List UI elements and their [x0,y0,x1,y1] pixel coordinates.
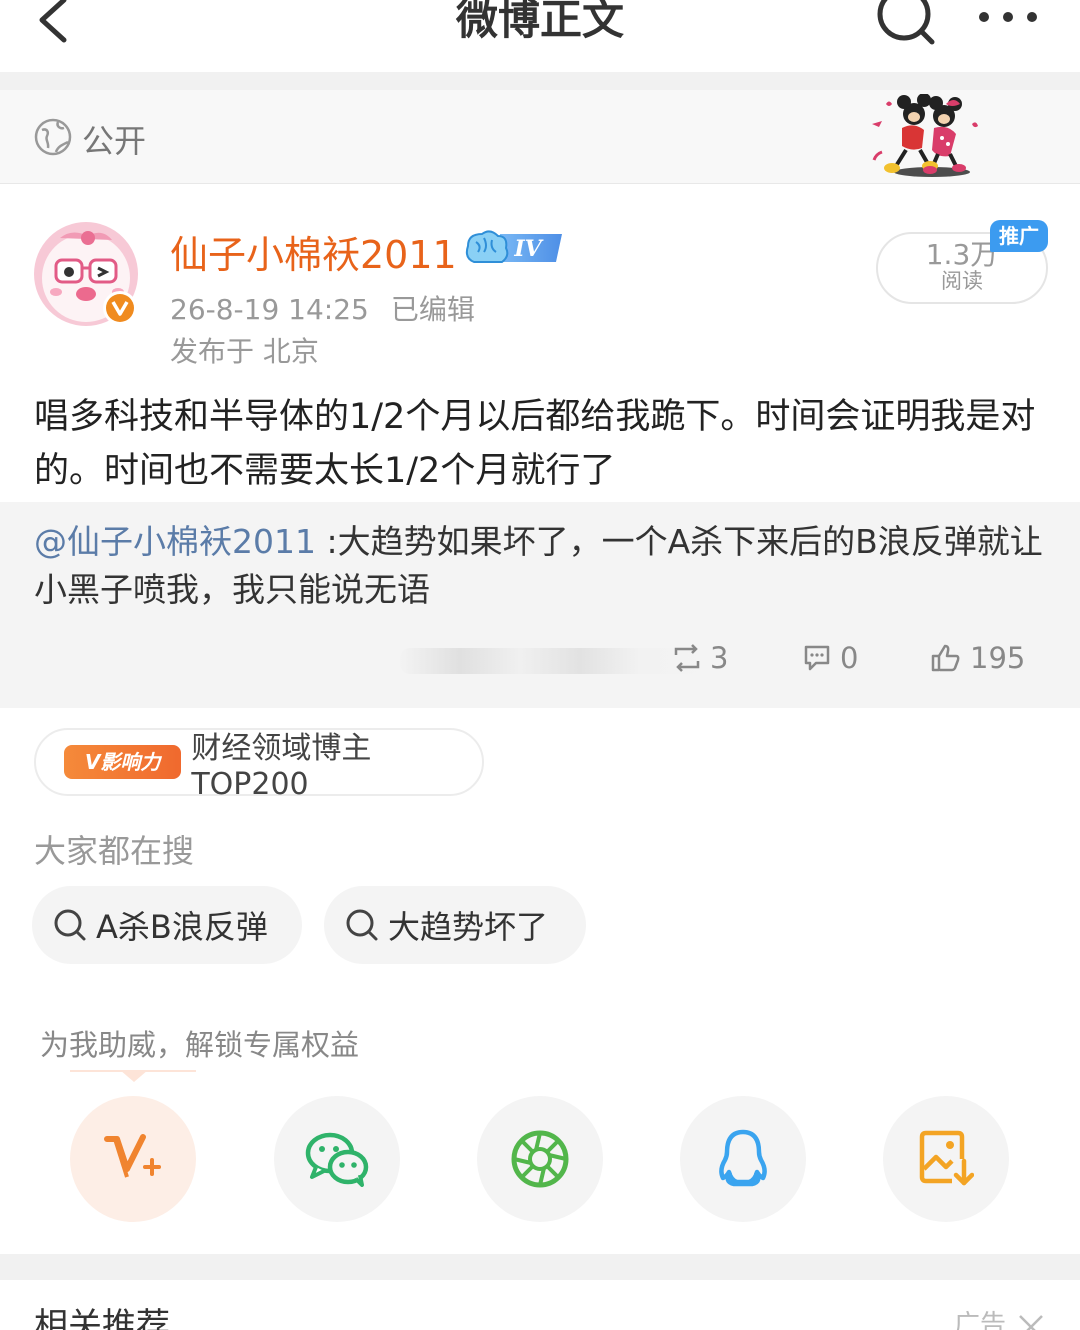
support-indicator-caret [120,1070,148,1082]
section-divider [0,1254,1080,1280]
repost-button[interactable]: 3 [672,638,728,678]
search-icon [346,909,378,941]
moments-icon [511,1130,569,1188]
post-time: 26-8-19 14:25 [170,293,369,326]
comment-count: 0 [840,641,859,675]
globe-icon [34,118,72,156]
visibility-row: 公开 [0,90,1080,184]
comment-icon [804,645,830,671]
influence-pill[interactable]: V影响力 财经领域博主TOP200 [34,728,484,802]
read-count-label: 阅读 [941,269,983,293]
username[interactable]: 仙子小棉袄2011 [170,224,457,279]
search-icon[interactable] [874,0,940,48]
retweet-box[interactable]: @仙子小棉袄2011 :大趋势如果坏了，一个A杀下来后的B浪反弹就让小黑子喷我，… [0,502,1080,708]
search-chip-label: A杀B浪反弹 [96,908,268,946]
blurred-area [400,648,700,674]
repost-count: 3 [710,641,729,675]
search-chip-label: 大趋势坏了 [388,908,549,946]
qq-icon [719,1129,767,1187]
share-moments-button[interactable] [477,1096,603,1222]
post-body: 唱多科技和半导体的1/2个月以后都给我跪下。时间会证明我是对的。时间也不需要太长… [34,397,1036,491]
promote-badge[interactable]: 推广 [990,220,1048,252]
like-button[interactable]: 195 [930,638,1025,678]
visibility-label: 公开 [82,122,147,160]
like-icon [931,644,960,672]
search-icon [54,909,86,941]
search-chip[interactable]: 大趋势坏了 [324,886,586,964]
save-image-icon [919,1130,974,1186]
like-count: 195 [970,641,1026,675]
avatar[interactable] [34,222,138,326]
retweet-user-link[interactable]: @仙子小棉袄2011 [34,522,316,561]
influence-text: 财经领域博主TOP200 [191,730,372,802]
more-icon[interactable] [972,2,1044,32]
support-title: 为我助威，解锁专属权益 [40,1028,360,1062]
save-image-button[interactable] [883,1096,1009,1222]
trending-search-title: 大家都在搜 [34,832,195,870]
retweet-text: @仙子小棉袄2011 :大趋势如果坏了，一个A杀下来后的B浪反弹就让小黑子喷我，… [34,518,1046,614]
edited-label: 已编辑 [390,293,475,326]
search-chip[interactable]: A杀B浪反弹 [32,886,302,964]
repost-icon [674,644,700,672]
share-wechat-button[interactable] [274,1096,400,1222]
related-title: 相关推荐 [34,1306,170,1330]
v-plus-button[interactable] [70,1096,196,1222]
top-nav-bar: 微博正文 [0,0,1080,72]
v-plus-icon [104,1134,161,1178]
section-divider [0,72,1080,90]
level-badge-text: IV [513,236,543,262]
wechat-icon [305,1132,369,1187]
post-location: 发布于 北京 [170,335,319,368]
ad-label: 广告 [954,1310,1007,1330]
level-badge[interactable]: IV [462,228,566,266]
close-icon[interactable] [1016,1312,1046,1330]
mickey-minnie-sticker [862,93,986,180]
share-qq-button[interactable] [680,1096,806,1222]
comment-button[interactable]: 0 [802,638,858,678]
influence-badge: V影响力 [64,745,182,779]
post-meta: 26-8-19 14:25 已编辑 [170,288,475,328]
